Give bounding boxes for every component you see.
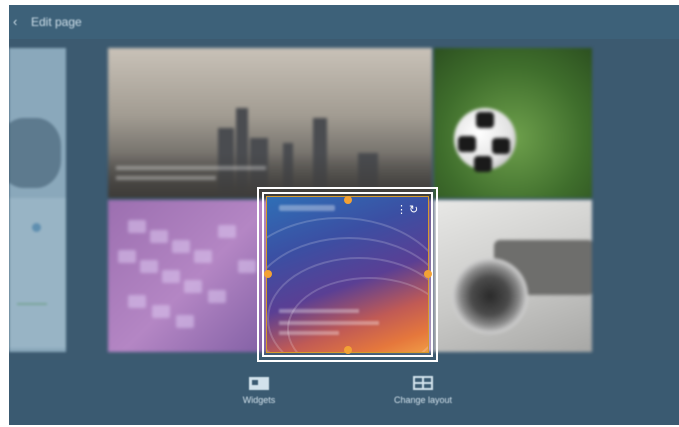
refresh-icon[interactable]: ↻ [409, 203, 418, 216]
more-options-icon[interactable]: ⋮ [396, 205, 407, 216]
widgets-button[interactable]: Widgets [199, 375, 319, 425]
page-title: Edit page [31, 15, 82, 29]
resize-handle-left[interactable] [264, 270, 272, 278]
resize-handle-bottom[interactable] [344, 346, 352, 354]
city-news-tile[interactable] [108, 48, 432, 198]
top-bar: ‹ Edit page [9, 5, 679, 39]
widgets-icon [249, 377, 269, 390]
back-arrow-icon[interactable]: ‹ [13, 14, 29, 30]
change-layout-icon [413, 376, 433, 390]
resize-handle-right[interactable] [424, 270, 432, 278]
camera-image-tile[interactable] [434, 200, 592, 352]
change-layout-label: Change layout [393, 395, 453, 405]
soccer-news-tile[interactable] [434, 48, 592, 198]
change-layout-button[interactable]: Change layout [363, 375, 483, 425]
widgets-label: Widgets [242, 395, 276, 405]
selected-widget[interactable]: ⋮ ↻ [266, 196, 429, 353]
resize-handle-top[interactable] [344, 196, 352, 204]
bottom-bar [9, 360, 679, 425]
previous-page-preview[interactable] [9, 48, 66, 352]
